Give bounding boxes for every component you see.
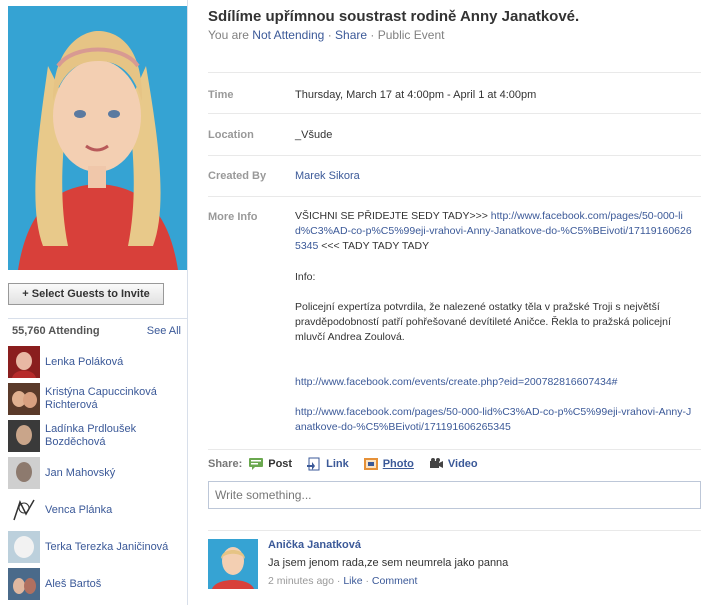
guest-avatar[interactable] [8,346,40,378]
info-link-3[interactable]: http://www.facebook.com/pages/50-000-lid… [295,406,691,433]
guest-avatar[interactable] [8,383,40,415]
photo-tab-label: Photo [382,458,414,470]
guest-item[interactable]: Ladínka Prdloušek Bozděchová [8,419,187,453]
link-icon [307,457,320,471]
more-info-prefix: VŠICHNI SE PŘIDEJTE SEDY TADY>>> [295,210,491,222]
share-bar: Share: Post Link Photo Video [208,452,701,476]
guest-item[interactable]: Aleš Bartoš [8,567,187,601]
guest-item[interactable]: Lenka Poláková [8,345,187,379]
creator-link[interactable]: Marek Sikora [295,170,360,182]
link-tab[interactable]: Link [306,457,349,471]
separator: · [365,575,370,587]
more-info-suffix: <<< TADY TADY TADY [318,240,430,252]
like-link[interactable]: Like [343,575,362,587]
separator: · [327,28,332,42]
event-photo-image [8,6,187,270]
guest-avatar-image [8,494,40,526]
attending-header: 55,760 Attending See All [8,318,187,342]
guest-name[interactable]: Aleš Bartoš [45,578,180,591]
guest-item[interactable]: Terka Terezka Janičinová [8,530,187,564]
guest-avatar-image [8,568,40,600]
info-heading: Info: [295,271,316,283]
guest-item[interactable]: Venca Plánka [8,493,187,527]
post-author-link[interactable]: Anička Janatková [268,539,361,551]
post-author-avatar[interactable] [208,539,258,589]
guest-avatar[interactable] [8,568,40,600]
guest-avatar[interactable] [8,420,40,452]
guest-name[interactable]: Terka Terezka Janičinová [45,541,180,554]
video-icon [429,458,443,468]
select-guests-button[interactable]: + Select Guests to Invite [8,283,164,305]
more-info-row: More Info VŠICHNI SE PŘIDEJTE SEDY TADY>… [208,197,701,450]
video-tab-label: Video [447,458,478,470]
guest-item[interactable]: Jan Mahovský [8,456,187,490]
share-label: Share: [208,458,243,470]
created-row: Created By Marek Sikora [208,156,701,197]
guest-avatar-image [8,346,40,378]
more-info-text: VŠICHNI SE PŘIDEJTE SEDY TADY>>> http://… [295,209,695,254]
time-label: Time [208,89,234,101]
share-link[interactable]: Share [335,28,367,42]
video-tab[interactable]: Video [428,457,478,471]
write-something-input[interactable]: Write something... [208,481,701,509]
guest-avatar[interactable] [8,531,40,563]
wall-post: Anička Janatková Ja jsem jenom rada,ze s… [208,530,701,598]
post-author-avatar-image [208,539,258,589]
info-link-3-block: http://www.facebook.com/pages/50-000-lid… [295,405,695,435]
guest-name[interactable]: Ladínka Prdloušek Bozděchová [45,423,180,449]
rsvp-status-link[interactable]: Not Attending [252,28,324,42]
attending-count: 55,760 Attending [12,324,100,337]
comment-link[interactable]: Comment [372,575,418,587]
guest-avatar-image [8,531,40,563]
post-meta: 2 minutes ago · Like · Comment [268,575,417,587]
time-row: Time Thursday, March 17 at 4:00pm - Apri… [208,72,701,114]
guest-name[interactable]: Kristýna Capuccinková Richterová [45,386,180,412]
guest-name[interactable]: Lenka Poláková [45,356,180,369]
left-column: + Select Guests to Invite 55,760 Attendi… [0,0,188,605]
post-tab[interactable]: Post [248,457,292,471]
time-value: Thursday, March 17 at 4:00pm - April 1 a… [295,89,537,101]
separator: · [336,575,341,587]
info-link-2[interactable]: http://www.facebook.com/events/create.ph… [295,376,618,388]
guest-name[interactable]: Jan Mahovský [45,467,180,480]
guest-avatar-image [8,420,40,452]
event-title: Sdílíme upřímnou soustrast rodině Anny J… [208,8,580,25]
created-label: Created By [208,170,267,182]
post-message: Ja jsem jenom rada,ze sem neumrela jako … [268,557,509,569]
link-tab-label: Link [326,458,349,470]
guest-avatar-image [8,457,40,489]
guest-avatar-image [8,383,40,415]
post-timestamp: 2 minutes ago [268,575,334,587]
location-label: Location [208,129,254,141]
photo-tab[interactable]: Photo [363,457,414,471]
guest-avatar[interactable] [8,494,40,526]
you-are-label: You are [208,28,249,42]
post-tab-label: Post [268,458,293,470]
event-photo[interactable] [8,6,187,270]
see-all-link[interactable]: See All [147,325,181,337]
location-value: _Všude [295,129,333,141]
photo-icon [363,458,378,470]
more-info-label: More Info [208,211,258,223]
info-link-2-block: http://www.facebook.com/events/create.ph… [295,375,695,390]
info-text: Policejní expertíza potvrdila, že naleze… [295,301,671,343]
event-subtitle: You are Not Attending · Share · Public E… [208,28,444,42]
guest-item[interactable]: Kristýna Capuccinková Richterová [8,382,187,416]
event-type: Public Event [377,28,445,42]
location-row: Location _Všude [208,114,701,156]
post-icon [249,458,264,470]
main-content: Sdílíme upřímnou soustrast rodině Anny J… [208,0,701,605]
separator: · [370,28,375,42]
guest-avatar[interactable] [8,457,40,489]
guest-name[interactable]: Venca Plánka [45,504,180,517]
